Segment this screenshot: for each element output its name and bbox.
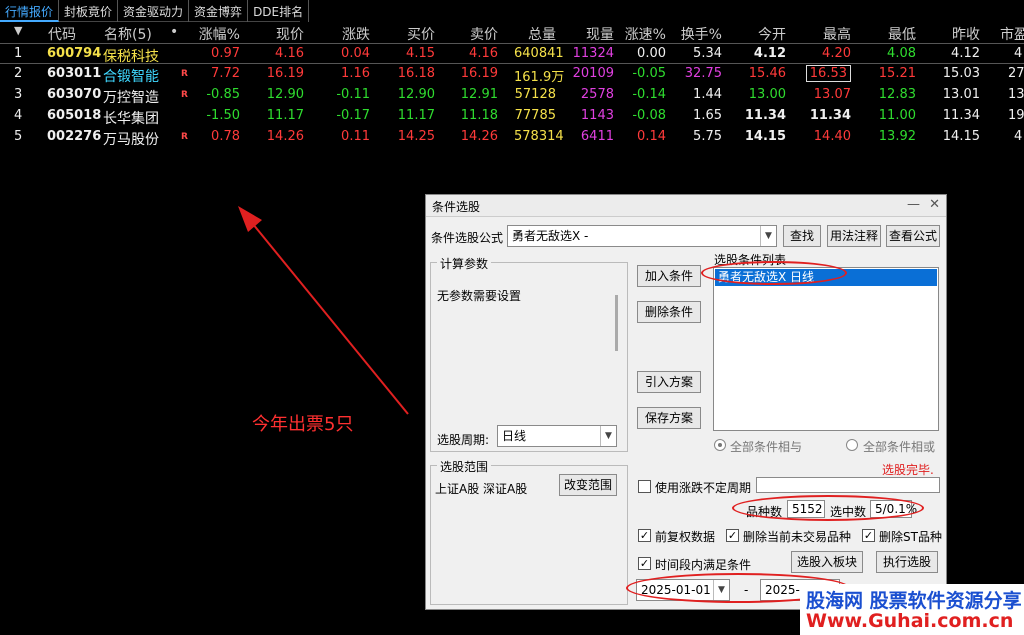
delete-st-checkbox[interactable]: ✓ [862, 529, 875, 542]
stock-screener-dialog: 条件选股 — ✕ 条件选股公式 勇者无敌选X - ▼ 查找 用法注释 查看公式 … [425, 194, 947, 610]
radio-or-label: 全部条件相或 [863, 440, 936, 454]
uncertain-period-checkbox[interactable] [638, 480, 651, 493]
condition-list[interactable]: 勇者无敌选X 日线 [713, 267, 939, 431]
radio-and-label: 全部条件相与 [730, 440, 803, 454]
chevron-down-icon[interactable]: ▼ [600, 426, 616, 446]
change-range-button[interactable]: 改变范围 [559, 474, 617, 496]
forward-adjust-label: 前复权数据 [655, 530, 716, 544]
uncertain-period-field[interactable] [756, 477, 940, 493]
params-group: 计算参数 无参数需要设置 选股周期: 日线 ▼ [430, 255, 628, 452]
minimize-icon[interactable]: — [907, 197, 920, 212]
annotation-text: 今年出票5只 [252, 414, 354, 435]
params-group-label: 计算参数 [437, 255, 492, 272]
usage-notes-button[interactable]: 用法注释 [827, 225, 881, 247]
watermark-line1: 股海网 股票软件资源分享 [806, 590, 1022, 612]
delete-notrade-label: 删除当前未交易品种 [743, 530, 852, 544]
radio-or[interactable] [846, 439, 858, 451]
add-to-block-button[interactable]: 选股入板块 [791, 551, 863, 573]
formula-label: 条件选股公式 [431, 231, 504, 245]
highlight-ellipse [732, 495, 924, 521]
dialog-titlebar[interactable]: 条件选股 — ✕ [426, 195, 946, 217]
time-range-checkbox[interactable]: ✓ [638, 557, 651, 570]
range-text: 上证A股 深证A股 [435, 482, 528, 496]
watermark-line2: Www.Guhai.com.cn [806, 610, 1014, 632]
save-plan-button[interactable]: 保存方案 [637, 407, 701, 429]
find-button[interactable]: 查找 [783, 225, 821, 247]
time-range-label: 时间段内满足条件 [655, 558, 752, 572]
status-text: 选股完毕. [882, 463, 934, 477]
uncertain-period-label: 使用涨跌不定周期 [655, 481, 752, 495]
delete-condition-button[interactable]: 删除条件 [637, 301, 701, 323]
radio-and[interactable] [714, 439, 726, 451]
dialog-title: 条件选股 [432, 200, 481, 214]
period-label: 选股周期: [437, 433, 490, 447]
execute-button[interactable]: 执行选股 [876, 551, 938, 573]
import-plan-button[interactable]: 引入方案 [637, 371, 701, 393]
formula-select[interactable]: 勇者无敌选X - ▼ [507, 225, 777, 247]
period-select[interactable]: 日线 ▼ [497, 425, 617, 447]
params-text: 无参数需要设置 [437, 289, 522, 303]
view-formula-button[interactable]: 查看公式 [886, 225, 940, 247]
add-condition-button[interactable]: 加入条件 [637, 265, 701, 287]
forward-adjust-checkbox[interactable]: ✓ [638, 529, 651, 542]
close-icon[interactable]: ✕ [929, 197, 940, 212]
delete-notrade-checkbox[interactable]: ✓ [726, 529, 739, 542]
highlight-ellipse [701, 261, 847, 285]
range-group: 选股范围 上证A股 深证A股 改变范围 [430, 458, 628, 605]
range-group-label: 选股范围 [437, 458, 492, 475]
delete-st-label: 删除ST品种 [879, 530, 942, 544]
period-value: 日线 [502, 429, 527, 443]
formula-value: 勇者无敌选X - [512, 229, 589, 243]
chevron-down-icon[interactable]: ▼ [760, 226, 776, 246]
screen: 行情报价 封板竟价 资金驱动力 资金博弈 DDE排名 ▼ 代码 名 称(5) •… [0, 0, 1024, 635]
params-scrollbar[interactable] [615, 295, 618, 351]
watermark: 股海网 股票软件资源分享 Www.Guhai.com.cn [800, 584, 1024, 635]
